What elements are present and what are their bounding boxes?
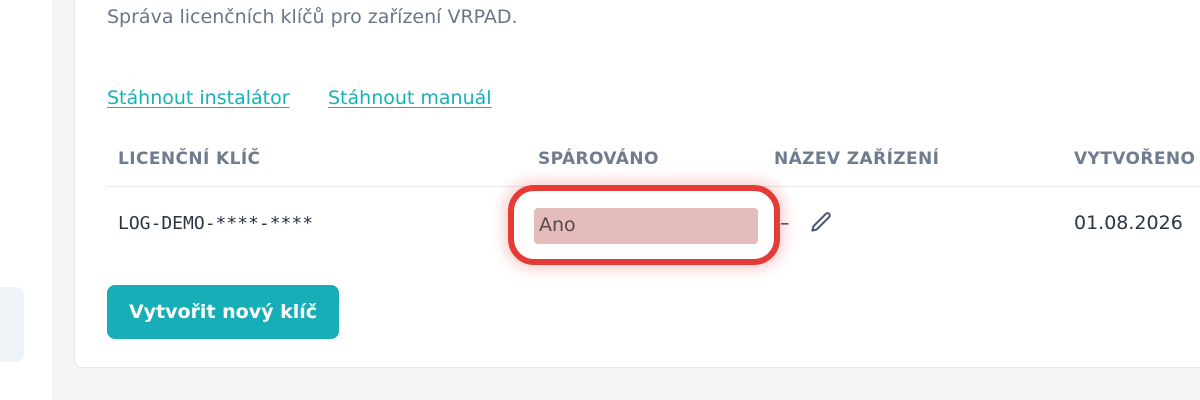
pencil-icon[interactable] — [808, 210, 834, 236]
left-sidebar — [0, 0, 52, 400]
device-name-cell: – — [780, 212, 790, 234]
column-header-created: VYTVOŘENO — [1074, 149, 1196, 169]
paired-status-cell: Ano — [539, 214, 576, 236]
create-new-key-button[interactable]: Vytvořit nový klíč — [107, 285, 339, 339]
license-key-cell: LOG-DEMO-****-**** — [118, 213, 314, 234]
created-date-cell: 01.08.2026 — [1074, 212, 1183, 234]
column-header-license-key: LICENČNÍ KLÍČ — [118, 149, 261, 169]
sidebar-active-item[interactable] — [0, 287, 24, 362]
column-header-paired: SPÁROVÁNO — [538, 149, 659, 169]
page-description: Správa licenčních klíčů pro zařízení VRP… — [107, 6, 518, 28]
download-installer-link[interactable]: Stáhnout instalátor — [107, 87, 290, 109]
column-header-device-name: NÁZEV ZAŘÍZENÍ — [774, 149, 940, 169]
download-manual-link[interactable]: Stáhnout manuál — [328, 87, 492, 109]
